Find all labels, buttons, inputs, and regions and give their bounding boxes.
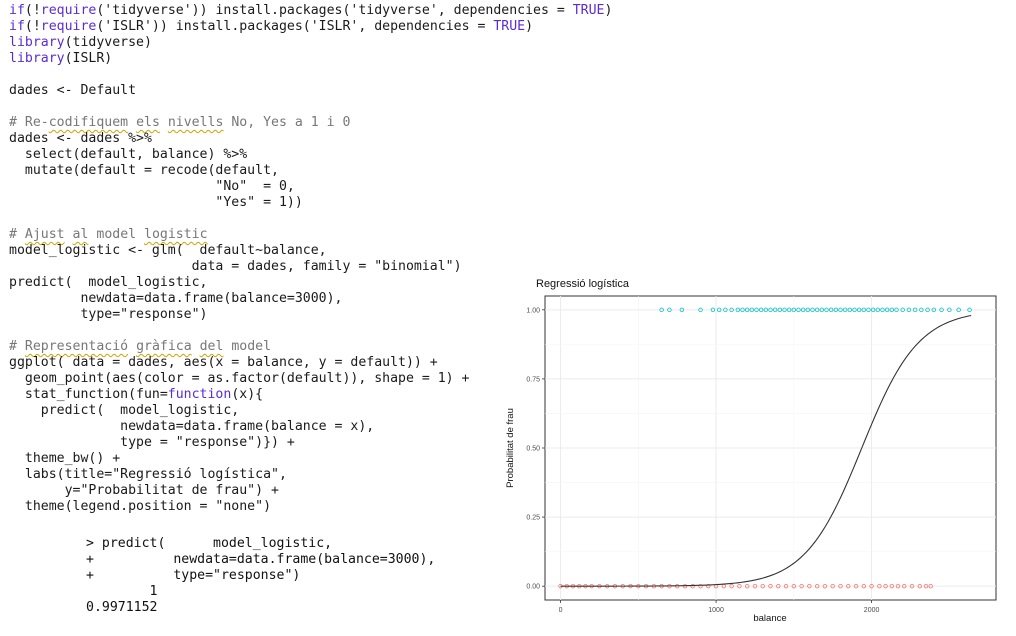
code-comment: codifiquem [48, 115, 129, 130]
code-token: ('tidyverse')) install.packages('tidyver… [96, 3, 573, 18]
y-tick-label: 0.75 [526, 376, 540, 383]
y-tick-label: 0.00 [526, 584, 540, 591]
code-comment: # Re- [9, 115, 49, 130]
code-comment: al [72, 227, 89, 242]
console-result-value: 0.9971152 [86, 600, 158, 615]
code-keyword: library [9, 51, 65, 66]
code-token: ) [604, 3, 613, 18]
code-comment: Ajust [24, 227, 65, 242]
code-line[interactable]: model_logistic <- glm( default~balance, [9, 243, 612, 259]
code-token: select(default, balance) %>% [9, 147, 248, 162]
code-line[interactable]: "Yes" = 1)) [9, 195, 612, 211]
code-keyword: TRUE [493, 19, 526, 34]
code-line[interactable]: dades <- dades %>% [9, 131, 612, 147]
plot-panel: Regressió logística 0 1000 2000 0.00 0.25 0.5… [500, 270, 1010, 630]
y-tick-label: 1.00 [526, 307, 540, 314]
code-keyword: require [40, 19, 97, 34]
code-line[interactable]: dades <- Default [9, 83, 612, 99]
code-token: (x){ [231, 387, 264, 402]
code-line[interactable]: library(ISLR) [9, 51, 612, 67]
code-token: type="response") [9, 307, 208, 322]
code-line[interactable] [9, 67, 612, 83]
code-token: predict( model_logistic, [9, 403, 240, 418]
code-keyword: if [9, 3, 25, 18]
x-axis-label: balance [753, 613, 786, 624]
code-token: type = "response")}) + [9, 435, 295, 450]
code-token: theme_bw() + [9, 451, 121, 466]
code-token: y="Probabilitat de frau") + [9, 483, 279, 498]
code-comment [160, 115, 168, 130]
console-line: + type="response") [86, 568, 301, 583]
code-line[interactable]: library(tidyverse) [9, 35, 612, 51]
y-axis-label: Probabilitat de frau [505, 408, 516, 488]
code-comment: Representació [24, 339, 129, 354]
code-comment [128, 115, 136, 130]
code-token: labs(title="Regressió logística", [9, 467, 287, 482]
code-token: dades <- dades %>% [9, 131, 152, 146]
code-token: geom_point(aes(color = as.factor(default… [9, 371, 470, 386]
code-line[interactable]: if(!require('ISLR')) install.packages('I… [9, 19, 612, 35]
code-line[interactable] [9, 211, 612, 227]
code-token: model_logistic <- glm( default~balance, [9, 243, 327, 258]
code-token: data = dades, family = "binomial") [9, 259, 462, 274]
code-keyword: library [9, 35, 65, 50]
x-tick-label: 1000 [708, 607, 724, 614]
code-token: (tidyverse) [64, 35, 152, 50]
code-comment: model [223, 339, 272, 354]
code-line[interactable] [9, 99, 612, 115]
code-token: (! [24, 19, 41, 34]
code-comment [65, 227, 73, 242]
code-token: theme(legend.position = "none") [9, 499, 272, 514]
code-token: dades <- Default [9, 83, 137, 98]
code-line[interactable]: select(default, balance) %>% [9, 147, 612, 163]
y-tick-label: 0.25 [526, 515, 540, 522]
code-token: (ISLR) [64, 51, 113, 66]
code-comment: logistic [144, 227, 208, 242]
code-token: newdata=data.frame(balance = x), [9, 419, 375, 434]
r-console-output: > predict( model_logistic, + newdata=dat… [86, 536, 435, 616]
console-line: + newdata=data.frame(balance=3000), [86, 552, 436, 567]
x-tick-label: 0 [559, 607, 563, 614]
code-token: ('ISLR')) install.packages('ISLR', depen… [96, 19, 494, 34]
code-keyword: require [40, 3, 97, 18]
code-token: ggplot( data = dades, aes(x = balance, y… [9, 355, 438, 370]
code-token: mutate(default = recode(default, [9, 163, 279, 178]
code-token: ) [525, 19, 534, 34]
code-line[interactable]: if(!require('tidyverse')) install.packag… [9, 3, 612, 19]
code-comment: gràfica [136, 339, 192, 354]
logistic-regression-plot: Regressió logística 0 1000 2000 0.00 0.25 0.5… [505, 278, 997, 624]
code-comment: # [9, 339, 25, 354]
code-line[interactable]: "No" = 0, [9, 179, 612, 195]
x-tick-label: 2000 [864, 607, 880, 614]
code-comment: # [9, 227, 25, 242]
code-token: stat_function(fun= [9, 387, 168, 402]
code-token: "No" = 0, [9, 179, 295, 194]
code-comment: No, Yes a 1 i 0 [223, 115, 351, 130]
console-line: 1 [86, 584, 158, 599]
code-comment: nivells [167, 115, 224, 130]
code-line[interactable]: # Re-codifiquem els nivells No, Yes a 1 … [9, 115, 612, 131]
code-comment: els [136, 115, 160, 130]
code-keyword: if [9, 19, 25, 34]
code-keyword: function [167, 387, 232, 402]
chart-title: Regressió logística [536, 278, 630, 290]
code-comment: model [88, 227, 145, 242]
code-comment [192, 339, 200, 354]
code-keyword: TRUE [572, 3, 605, 18]
code-token: "Yes" = 1)) [9, 195, 303, 210]
code-line[interactable]: mutate(default = recode(default, [9, 163, 612, 179]
code-line[interactable]: # Ajust al model logistic [9, 227, 612, 243]
code-token: newdata=data.frame(balance=3000), [9, 291, 343, 306]
code-token: (! [24, 3, 41, 18]
code-comment [128, 339, 136, 354]
code-token: predict( model_logistic, [9, 275, 208, 290]
code-comment: del [199, 339, 224, 354]
y-tick-label: 0.50 [526, 446, 540, 453]
console-line: > predict( model_logistic, [86, 536, 333, 551]
